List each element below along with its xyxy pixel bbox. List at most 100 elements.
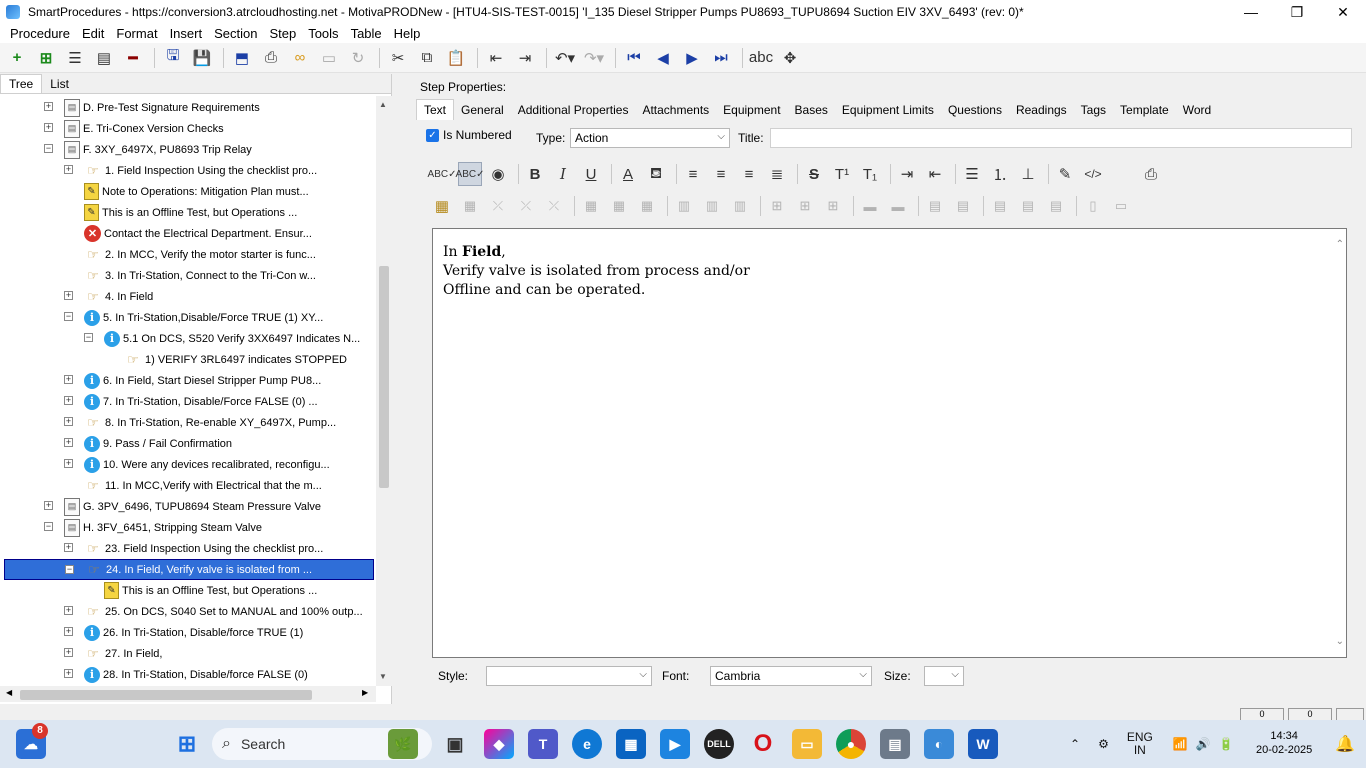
insert-table-icon[interactable]: ▦ — [430, 194, 454, 218]
menu-tools[interactable]: Tools — [302, 26, 344, 41]
remove-icon[interactable]: ━ — [120, 46, 146, 70]
edge-icon[interactable]: e — [572, 729, 602, 759]
smartprocedures-taskbar-icon[interactable]: ◐ — [924, 729, 954, 759]
notification-bell-icon[interactable]: 🔔 — [1330, 729, 1360, 759]
outdent-icon[interactable]: ⇤ — [483, 46, 509, 70]
publish-icon[interactable]: ⬒ — [229, 46, 255, 70]
scroll-left-icon[interactable]: ◀ — [6, 688, 12, 697]
tree-row[interactable]: ✎ This is an Offline Test, but Operations… — [84, 202, 297, 223]
spellcheck-icon[interactable]: abc — [748, 46, 774, 70]
expand-icon[interactable]: + — [64, 648, 73, 657]
menu-edit[interactable]: Edit — [76, 26, 110, 41]
collapse-icon[interactable]: − — [44, 144, 53, 153]
title-input[interactable] — [770, 128, 1352, 148]
tree-row[interactable]: + i 9. Pass / Fail Confirmation — [64, 433, 232, 454]
wifi-icon[interactable]: 📶 — [1173, 737, 1188, 751]
scrollbar-thumb[interactable] — [20, 690, 312, 700]
save-icon[interactable]: 💾 — [189, 46, 215, 70]
scroll-right-icon[interactable]: ▶ — [362, 688, 368, 697]
underline-icon[interactable]: U — [579, 162, 603, 186]
tree-row[interactable]: ☞ 2. In MCC, Verify the motor starter is … — [84, 244, 316, 265]
tree-row[interactable]: ✕ Contact the Electrical Department. Ensu… — [84, 223, 312, 244]
menu-help[interactable]: Help — [388, 26, 427, 41]
tree-row[interactable]: + ☞ 1. Field Inspection Using the checklis… — [64, 160, 317, 181]
landscape-icon[interactable]: 🌿 — [388, 729, 418, 759]
tree-row[interactable]: + i 6. In Field, Start Diesel Stripper Pum… — [64, 370, 321, 391]
horizontal-line-icon[interactable]: ⊥ — [1016, 162, 1040, 186]
tab-template[interactable]: Template — [1113, 100, 1176, 120]
expand-icon[interactable]: + — [64, 417, 73, 426]
restore-button[interactable]: ❐ — [1274, 0, 1320, 24]
size-select[interactable]: ⌵ — [924, 666, 964, 686]
copy-icon[interactable]: ⧉ — [414, 46, 440, 70]
save-all-icon[interactable]: 🖫 — [160, 46, 186, 70]
expand-icon[interactable]: + — [64, 459, 73, 468]
menu-section[interactable]: Section — [208, 26, 263, 41]
tree-row[interactable]: − i 5. In Tri-Station,Disable/Force TRUE (… — [64, 307, 323, 328]
collapse-icon[interactable]: − — [84, 333, 93, 342]
collapse-icon[interactable]: − — [44, 522, 53, 531]
first-icon[interactable]: ⏮ — [621, 46, 647, 70]
menu-step[interactable]: Step — [263, 26, 302, 41]
increase-indent-icon[interactable]: ⇥ — [895, 162, 919, 186]
expand-icon[interactable]: + — [64, 627, 73, 636]
list-icon[interactable]: ☰ — [62, 46, 88, 70]
expand-icon[interactable]: + — [64, 291, 73, 300]
expand-icon[interactable]: + — [64, 438, 73, 447]
align-right-icon[interactable]: ≡ — [737, 162, 761, 186]
bullet-list-icon[interactable]: ☰ — [960, 162, 984, 186]
tree-row[interactable]: ☞ 1) VERIFY 3RL6497 indicates STOPPED — [124, 349, 347, 370]
add-child-icon[interactable]: ⊞ — [33, 46, 59, 70]
network-status-icon[interactable]: ⚙ — [1098, 737, 1109, 751]
tab-text[interactable]: Text — [416, 99, 455, 120]
code-view-icon[interactable]: </> — [1081, 162, 1105, 186]
justify-icon[interactable]: ≣ — [765, 162, 789, 186]
tab-equipment-limits[interactable]: Equipment Limits — [835, 100, 941, 120]
tree-row[interactable]: ☞ 3. In Tri-Station, Connect to the Tri-C… — [84, 265, 316, 286]
scroll-down-icon[interactable]: ▼ — [379, 672, 387, 681]
taskbar-clock[interactable]: 14:34 20-02-2025 — [1256, 729, 1312, 757]
numbered-list-icon[interactable]: ⒈ — [988, 162, 1012, 186]
link-icon[interactable]: ∞ — [287, 46, 313, 70]
step-text-editor[interactable]: In Field, Verify valve is isolated from … — [432, 228, 1347, 658]
minimize-button[interactable]: — — [1228, 0, 1274, 24]
tree-row[interactable]: + i 26. In Tri-Station, Disable/force TRUE… — [64, 622, 303, 643]
tree-row[interactable]: ☞ 11. In MCC,Verify with Electrical that … — [84, 475, 322, 496]
move-icon[interactable]: ✥ — [777, 46, 803, 70]
tree-row[interactable]: + ☞ 25. On DCS, S040 Set to MANUAL and 100… — [64, 601, 363, 622]
tree-horizontal-scrollbar[interactable]: ◀ ▶ — [0, 686, 376, 702]
tree-row[interactable]: + ☞ 4. In Field — [64, 286, 153, 307]
tree-row[interactable]: + i 28. In Tri-Station, Disable/force FALS… — [64, 664, 308, 685]
subscript-icon[interactable]: T₁ — [858, 162, 882, 186]
battery-icon[interactable]: 🔋 — [1219, 737, 1234, 751]
previous-icon[interactable]: ◀ — [650, 46, 676, 70]
remote-app-icon[interactable]: ▤ — [880, 729, 910, 759]
tab-tree[interactable]: Tree — [0, 74, 43, 93]
expand-icon[interactable]: + — [64, 606, 73, 615]
print-icon[interactable]: ⎙ — [258, 46, 284, 70]
language-indicator[interactable]: ENG IN — [1127, 731, 1153, 757]
tree-row[interactable]: + i 7. In Tri-Station, Disable/Force FALSE… — [64, 391, 318, 412]
tab-readings[interactable]: Readings — [1009, 100, 1074, 120]
tab-questions[interactable]: Questions — [941, 100, 1009, 120]
expand-icon[interactable]: + — [64, 396, 73, 405]
tree-row[interactable]: ✎ This is an Offline Test, but Operations… — [104, 580, 317, 601]
close-button[interactable]: ✕ — [1320, 0, 1366, 24]
tab-list[interactable]: List — [42, 75, 77, 93]
volume-icon[interactable]: 🔊 — [1196, 737, 1211, 751]
bold-icon[interactable]: B — [523, 162, 547, 186]
menu-procedure[interactable]: Procedure — [4, 26, 76, 41]
indent-icon[interactable]: ⇥ — [512, 46, 538, 70]
expand-icon[interactable]: + — [64, 165, 73, 174]
tree-row[interactable]: − ▤ F. 3XY_6497X, PU8693 Trip Relay — [44, 139, 252, 160]
chrome-icon[interactable]: ● — [836, 729, 866, 759]
tree-vertical-scrollbar[interactable]: ▲ ▼ — [376, 96, 392, 686]
tab-additional-properties[interactable]: Additional Properties — [511, 100, 636, 120]
tab-word[interactable]: Word — [1176, 100, 1218, 120]
tree-row[interactable]: + ☞ 27. In Field, — [64, 643, 162, 664]
tree-row[interactable]: + ▤ D. Pre-Test Signature Requirements — [44, 97, 260, 118]
expand-icon[interactable]: + — [44, 123, 53, 132]
collapse-icon[interactable]: − — [65, 565, 74, 574]
tree-row[interactable]: − i 5.1 On DCS, S520 Verify 3XX6497 Indica… — [84, 328, 360, 349]
highlight-icon[interactable]: ◉ — [486, 162, 510, 186]
